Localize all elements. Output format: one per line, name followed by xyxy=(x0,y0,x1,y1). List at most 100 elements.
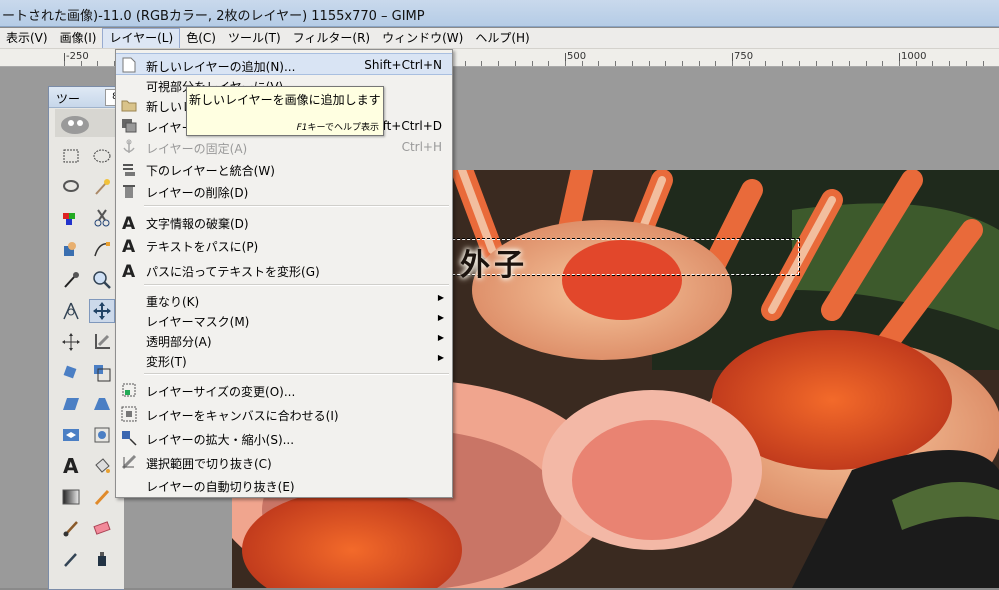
scale-icon[interactable] xyxy=(89,361,115,385)
menu-item-label: レイヤーの削除(D) xyxy=(146,186,249,200)
lasso-icon[interactable] xyxy=(58,175,84,199)
menu-colors[interactable]: 色(C) xyxy=(180,28,222,48)
fuzzy-select-icon[interactable] xyxy=(89,175,115,199)
svg-text:A: A xyxy=(122,237,136,253)
menu-filters[interactable]: フィルター(R) xyxy=(287,28,376,48)
color-select-icon[interactable] xyxy=(58,206,84,230)
move-tool-icon[interactable] xyxy=(89,299,115,323)
menu-separator xyxy=(144,373,449,375)
ink-icon[interactable] xyxy=(89,547,115,571)
menu-image[interactable]: 画像(I) xyxy=(54,28,103,48)
measure-icon[interactable] xyxy=(58,299,84,323)
submenu-arrow-icon: ▶ xyxy=(437,313,444,322)
ruler-label: 1000 xyxy=(901,51,927,62)
tooltip-help-key: F1 xyxy=(296,123,308,133)
menu-item-merge-down[interactable]: 下のレイヤーと統合(W) xyxy=(116,158,452,180)
menu-item-label: 透明部分(A) xyxy=(146,335,212,349)
scissors-icon[interactable] xyxy=(89,206,115,230)
rotate-icon[interactable] xyxy=(58,361,84,385)
menu-tools[interactable]: ツール(T) xyxy=(222,28,287,48)
rect-select-icon[interactable] xyxy=(58,144,84,168)
menu-item-layer-to-image-size[interactable]: レイヤーをキャンバスに合わせる(I) xyxy=(116,403,452,425)
menu-item-scale-layer[interactable]: レイヤーの拡大・縮小(S)... xyxy=(116,427,452,449)
menubar: 表示(V) 画像(I) レイヤー(L) 色(C) ツール(T) フィルター(R)… xyxy=(0,28,999,49)
crop-icon xyxy=(121,454,137,470)
new-layer-icon xyxy=(121,57,137,73)
text-tool-icon: A xyxy=(121,214,137,230)
ruler-label: 750 xyxy=(734,51,754,62)
menu-item-label: レイヤーサイズの変更(O)... xyxy=(146,385,296,399)
shear-icon[interactable] xyxy=(58,392,84,416)
delete-layer-icon xyxy=(121,183,137,199)
menu-item-shortcut: Shift+Ctrl+N xyxy=(364,58,442,72)
paths-icon[interactable] xyxy=(89,237,115,261)
menu-separator xyxy=(144,284,449,286)
menu-item-layer-boundary-size[interactable]: レイヤーサイズの変更(O)... xyxy=(116,379,452,401)
window-titlebar[interactable]: ートされた画像)-11.0 (RGBカラー, 2枚のレイヤー) 1155x770… xyxy=(0,0,999,27)
text-tool-icon: A xyxy=(121,237,137,253)
bucket-fill-icon[interactable] xyxy=(89,454,115,478)
menu-item-label: 変形(T) xyxy=(146,355,187,369)
menu-item-shortcut: Ctrl+H xyxy=(401,140,442,154)
menu-item-label: レイヤーの自動切り抜き(E) xyxy=(146,480,295,494)
menu-item-label: 新しいレイヤーの追加(N)... xyxy=(146,60,296,74)
menu-item-stack[interactable]: 重なり(K) ▶ xyxy=(116,289,452,311)
menu-separator xyxy=(144,205,449,207)
tooltip: 新しいレイヤーを画像に追加します F1キーでヘルプ表示 xyxy=(186,86,384,136)
menu-item-label: レイヤーをキャンバスに合わせる(I) xyxy=(146,409,339,423)
flip-icon[interactable] xyxy=(58,423,84,447)
menu-item-autocrop-layer[interactable]: レイヤーの自動切り抜き(E) xyxy=(116,474,452,496)
menu-item-label: レイヤーの固定(A) xyxy=(146,142,248,156)
menu-item-text-along-path[interactable]: A パスに沿ってテキストを変形(G) xyxy=(116,259,452,281)
menu-item-transparency[interactable]: 透明部分(A) ▶ xyxy=(116,329,452,351)
zoom-icon[interactable] xyxy=(89,268,115,292)
tooltip-help-text: キーでヘルプ表示 xyxy=(307,123,379,133)
paintbrush-icon[interactable] xyxy=(58,516,84,540)
color-picker-icon[interactable] xyxy=(58,268,84,292)
submenu-arrow-icon: ▶ xyxy=(437,353,444,362)
menu-help[interactable]: ヘルプ(H) xyxy=(469,28,535,48)
text-tool-icon[interactable]: A xyxy=(58,454,84,478)
align-icon[interactable] xyxy=(58,330,84,354)
text-tool-icon: A xyxy=(121,262,137,278)
menu-item-transform[interactable]: 変形(T) ▶ xyxy=(116,349,452,371)
blend-icon[interactable] xyxy=(58,485,84,509)
ruler-label: 500 xyxy=(567,51,587,62)
duplicate-layer-icon xyxy=(121,118,137,134)
menu-view[interactable]: 表示(V) xyxy=(0,28,54,48)
menu-item-label: 下のレイヤーと統合(W) xyxy=(146,164,275,178)
eraser-icon[interactable] xyxy=(89,516,115,540)
menu-item-label: レイヤーマスク(M) xyxy=(146,315,250,329)
perspective-icon[interactable] xyxy=(89,392,115,416)
menu-item-label: 文字情報の破棄(D) xyxy=(146,217,249,231)
crop-tool-icon[interactable] xyxy=(89,330,115,354)
submenu-arrow-icon: ▶ xyxy=(437,293,444,302)
ruler-label: -250 xyxy=(66,51,89,62)
menu-item-discard-text-info[interactable]: A 文字情報の破棄(D) xyxy=(116,211,452,233)
toolbox-titlebar[interactable]: ツー 8 xyxy=(49,87,125,108)
menu-item-text-to-path[interactable]: A テキストをパスに(P) xyxy=(116,234,452,256)
menu-windows[interactable]: ウィンドウ(W) xyxy=(376,28,469,48)
tooltip-text: 新しいレイヤーを画像に追加します xyxy=(189,93,381,107)
airbrush-icon[interactable] xyxy=(58,547,84,571)
window-title: ートされた画像)-11.0 (RGBカラー, 2枚のレイヤー) 1155x770… xyxy=(2,9,425,24)
svg-text:A: A xyxy=(63,456,79,476)
ellipse-select-icon[interactable] xyxy=(89,144,115,168)
menu-item-label: 重なり(K) xyxy=(146,295,200,309)
anchor-icon xyxy=(121,139,137,155)
menu-item-delete-layer[interactable]: レイヤーの削除(D) xyxy=(116,180,452,202)
layer-size-icon xyxy=(121,382,137,398)
cage-transform-icon[interactable] xyxy=(89,423,115,447)
layer-to-canvas-icon xyxy=(121,406,137,422)
menu-item-crop-to-selection[interactable]: 選択範囲で切り抜き(C) xyxy=(116,451,452,473)
menu-item-new-layer[interactable]: 新しいレイヤーの追加(N)... Shift+Ctrl+N xyxy=(116,53,452,75)
scale-layer-icon xyxy=(121,430,137,446)
menu-item-layer-mask[interactable]: レイヤーマスク(M) ▶ xyxy=(116,309,452,331)
menu-item-label: レイヤーの拡大・縮小(S)... xyxy=(146,433,295,447)
pencil-icon[interactable] xyxy=(89,485,115,509)
tooltip-help-hint: F1キーでヘルプ表示 xyxy=(297,120,379,133)
foreground-select-icon[interactable] xyxy=(58,237,84,261)
svg-text:A: A xyxy=(122,214,136,230)
menu-item-anchor-layer[interactable]: レイヤーの固定(A) Ctrl+H xyxy=(116,136,452,158)
menu-layer[interactable]: レイヤー(L) xyxy=(102,28,181,48)
